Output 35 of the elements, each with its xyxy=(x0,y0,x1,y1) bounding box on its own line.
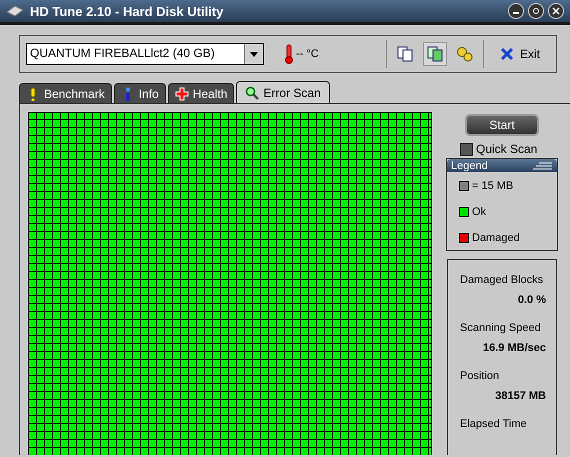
tab[interactable]: Info xyxy=(114,83,166,103)
stat-value: 16.9 MB/sec xyxy=(483,342,546,354)
thermometer-icon xyxy=(284,44,294,64)
stat-label: Position xyxy=(460,370,500,382)
exit-button[interactable]: Exit xyxy=(490,45,550,63)
stat-label: Scanning Speed xyxy=(460,322,542,334)
start-button[interactable]: Start xyxy=(465,114,539,136)
window-title: HD Tune 2.10 - Hard Disk Utility xyxy=(30,4,224,18)
checkbox-label: Quick Scan xyxy=(476,142,538,156)
tab[interactable]: Error Scan xyxy=(236,81,330,103)
stat-label: Damaged Blocks xyxy=(460,274,544,286)
drive-dropdown[interactable]: QUANTUM FIREBALLlct2 (40 GB) xyxy=(26,43,264,65)
collapse-icon xyxy=(531,162,553,170)
temperature-reading: -- °C xyxy=(296,48,319,60)
tab[interactable]: Benchmark xyxy=(19,83,112,103)
caret-icon xyxy=(250,52,258,56)
stat-value: 0.0 % xyxy=(518,294,546,306)
legend-label: Damaged xyxy=(472,232,520,244)
close-icon xyxy=(500,47,514,61)
tab[interactable]: Health xyxy=(168,83,234,103)
legend-title: Legend xyxy=(451,160,488,172)
help-button[interactable] xyxy=(528,3,544,19)
documents-icon xyxy=(426,46,443,62)
documents-icon xyxy=(396,46,413,62)
minimize-button[interactable] xyxy=(508,3,524,19)
screenshot-button[interactable] xyxy=(422,42,447,66)
close-icon xyxy=(552,7,560,15)
stat-label: Elapsed Time xyxy=(460,418,528,430)
quick-scan-checkbox[interactable] xyxy=(460,142,473,156)
stat-value: 38157 MB xyxy=(495,390,546,402)
legend-label: = 15 MB xyxy=(472,180,514,192)
close-button[interactable] xyxy=(548,3,564,19)
magnifier-icon xyxy=(245,86,260,100)
cross-icon xyxy=(174,86,189,100)
legend-label: Ok xyxy=(472,206,486,218)
